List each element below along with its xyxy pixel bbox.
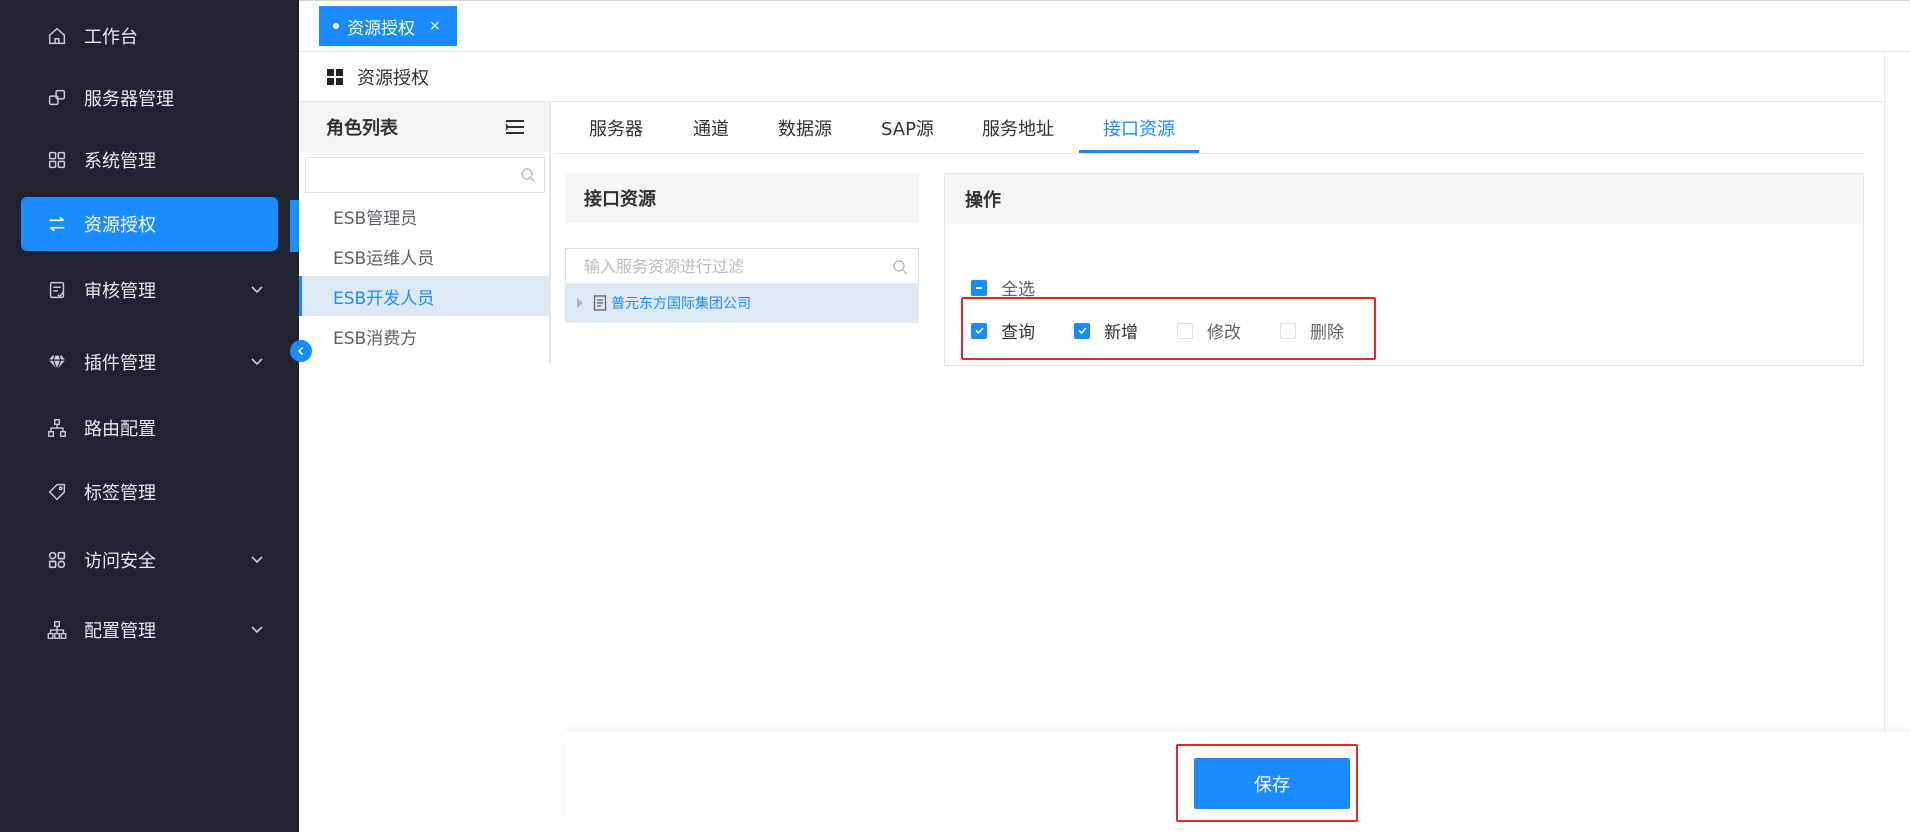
- sidebar-item-label: 系统管理: [84, 151, 156, 172]
- sidebar-item-label: 资源授权: [84, 215, 156, 236]
- tab-resource-auth[interactable]: 资源授权 ×: [319, 6, 457, 46]
- org-chart-icon: [46, 619, 68, 641]
- server-manage-icon: [46, 87, 68, 109]
- tree-node-label: 普元东方国际集团公司: [611, 296, 751, 312]
- role-item[interactable]: ESB运维人员: [299, 236, 551, 276]
- sidebar-item-routing[interactable]: 路由配置: [21, 401, 278, 455]
- active-dot: [333, 23, 339, 29]
- interface-resource-panel: 接口资源 普元东方国际集团公司: [565, 173, 919, 323]
- role-list-panel: 角色列表 ESB管理员 ESB运维人员 ESB开发人员 ESB消费方: [299, 102, 551, 364]
- sidebar-item-access-security[interactable]: 访问安全: [21, 533, 278, 587]
- collapse-sidebar-button[interactable]: [290, 340, 312, 362]
- tab-datasource[interactable]: 数据源: [778, 102, 832, 154]
- audit-doc-icon: [46, 279, 68, 301]
- active-indicator: [290, 200, 299, 252]
- sidebar-item-label: 工作台: [84, 27, 138, 48]
- sidebar-item-label: 配置管理: [84, 621, 156, 642]
- sidebar-item-system-management[interactable]: 系统管理: [21, 133, 278, 187]
- tab-sap-source[interactable]: SAP源: [881, 102, 934, 154]
- search-icon: [521, 168, 535, 182]
- list-menu-icon[interactable]: [505, 119, 525, 135]
- chevron-left-icon: [297, 346, 304, 356]
- document-icon: [593, 295, 607, 311]
- role-item[interactable]: ESB消费方: [299, 316, 551, 356]
- tab-bar: 资源授权 ×: [299, 0, 1910, 52]
- sidebar-item-label: 标签管理: [84, 483, 156, 504]
- page-header: 资源授权: [299, 52, 1884, 102]
- sidebar-item-workbench[interactable]: 工作台: [21, 9, 278, 63]
- role-item[interactable]: ESB管理员: [299, 196, 551, 236]
- sidebar-item-label: 路由配置: [84, 419, 156, 440]
- home-icon: [46, 25, 68, 47]
- interface-resource-title: 接口资源: [565, 173, 919, 223]
- role-list-header: 角色列表: [299, 102, 549, 152]
- role-list-title: 角色列表: [326, 118, 398, 139]
- grid-apps-icon: [46, 149, 68, 171]
- sidebar-item-audit[interactable]: 审核管理: [21, 263, 278, 317]
- sidebar: 工作台 服务器管理 系统管理 资源授权 审核管理 插件管理 路由配置 标签管理 …: [0, 0, 299, 832]
- chevron-down-icon: [251, 556, 263, 564]
- tab-service-address[interactable]: 服务地址: [982, 102, 1054, 154]
- tab-channel[interactable]: 通道: [693, 102, 729, 154]
- sidebar-item-label: 插件管理: [84, 353, 156, 374]
- close-icon[interactable]: ×: [429, 18, 441, 34]
- search-icon: [893, 260, 907, 274]
- security-icon: [46, 549, 68, 571]
- sidebar-item-label: 审核管理: [84, 281, 156, 302]
- operations-title: 操作: [945, 174, 1863, 224]
- sidebar-item-label: 服务器管理: [84, 89, 174, 110]
- tree-node[interactable]: 普元东方国际集团公司: [565, 283, 919, 323]
- divider: [1884, 52, 1885, 832]
- tab-server[interactable]: 服务器: [589, 102, 643, 154]
- tag-icon: [46, 481, 68, 503]
- sidebar-item-plugins[interactable]: 插件管理: [21, 335, 278, 389]
- page-title: 资源授权: [357, 67, 429, 89]
- sidebar-item-config[interactable]: 配置管理: [21, 603, 278, 657]
- highlight-box: [1176, 744, 1358, 822]
- diamond-icon: [46, 351, 68, 373]
- sidebar-item-tags[interactable]: 标签管理: [21, 465, 278, 519]
- chevron-down-icon: [251, 358, 263, 366]
- highlight-box: [961, 297, 1376, 360]
- sidebar-item-label: 访问安全: [84, 551, 156, 572]
- role-item-selected[interactable]: ESB开发人员: [299, 276, 551, 316]
- expand-caret-icon[interactable]: [577, 298, 583, 308]
- swap-arrows-icon: [46, 213, 68, 235]
- chevron-down-icon: [251, 626, 263, 634]
- tab-interface-resource[interactable]: 接口资源: [1103, 102, 1175, 154]
- route-tree-icon: [46, 417, 68, 439]
- resource-filter-input[interactable]: [584, 256, 884, 276]
- role-search-input[interactable]: [305, 157, 545, 193]
- indeterminate-checkbox-icon[interactable]: [971, 279, 987, 296]
- resource-tabs: 服务器 通道 数据源 SAP源 服务地址 接口资源: [556, 102, 1864, 154]
- tab-label: 资源授权: [347, 18, 415, 39]
- grid-icon: [327, 68, 343, 85]
- sidebar-item-server-management[interactable]: 服务器管理: [21, 71, 278, 125]
- sidebar-item-resource-auth[interactable]: 资源授权: [21, 197, 278, 251]
- active-tab-indicator: [1079, 150, 1199, 153]
- resource-filter-field: [565, 248, 919, 284]
- chevron-down-icon: [251, 286, 263, 294]
